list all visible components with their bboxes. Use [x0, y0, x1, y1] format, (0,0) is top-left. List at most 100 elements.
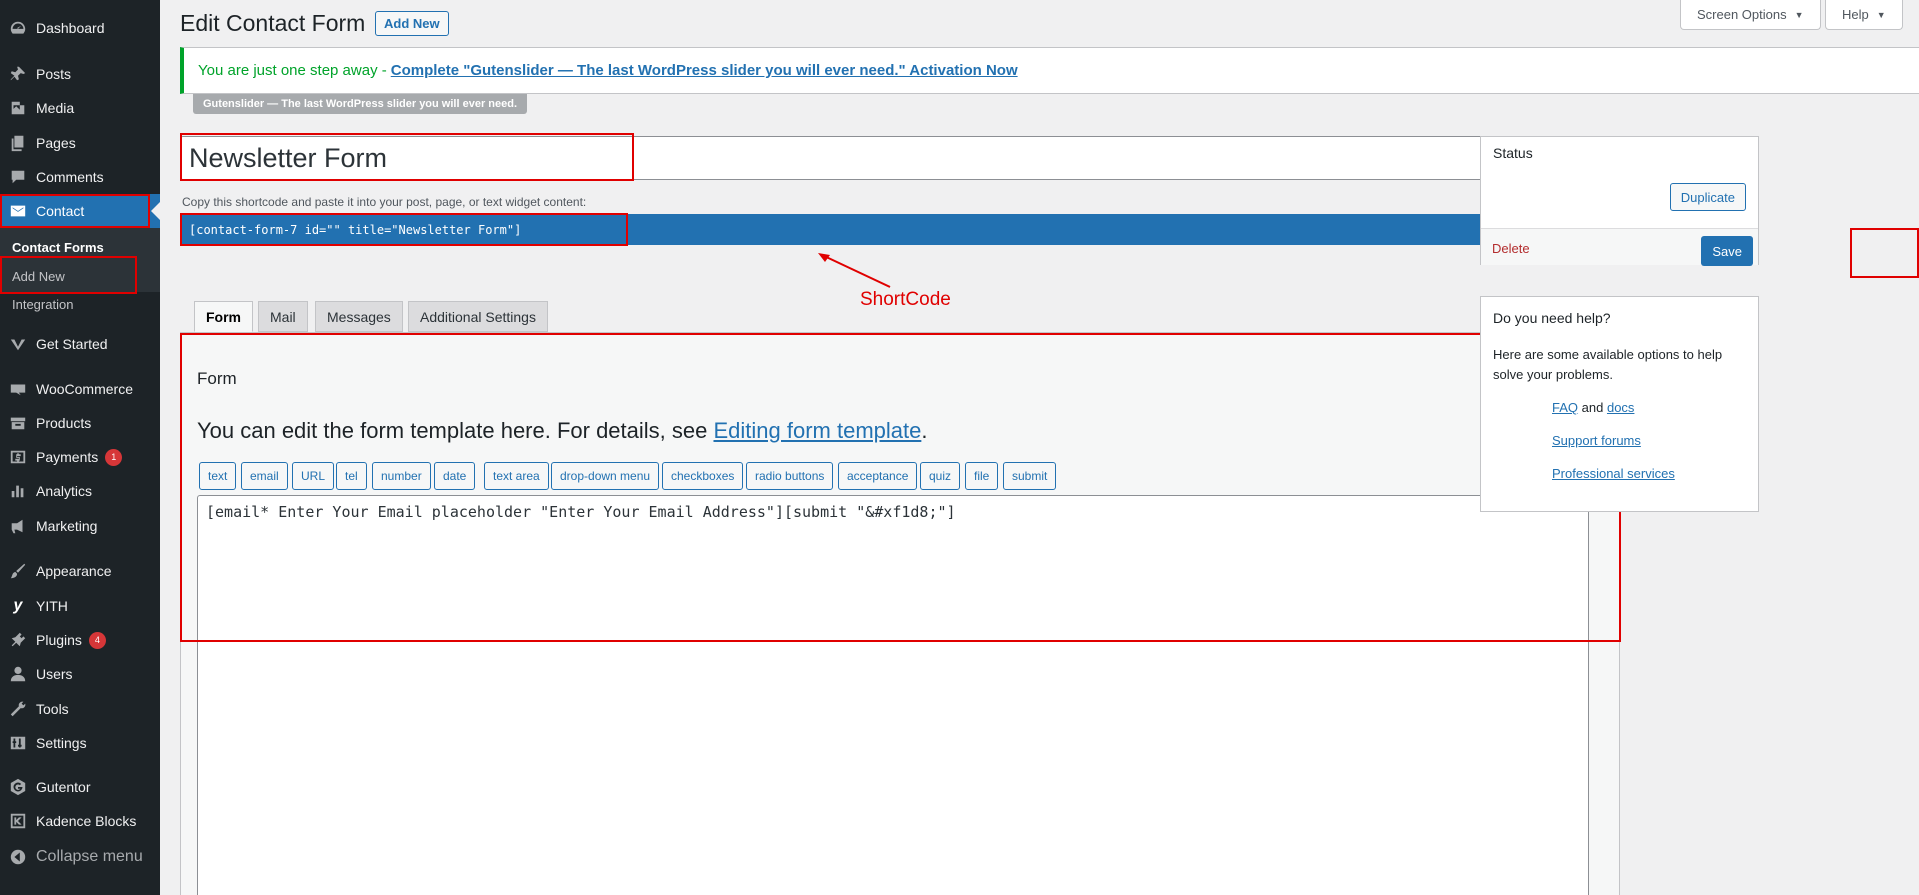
sidebar-item-plugins[interactable]: Plugins 4: [0, 623, 160, 657]
form-template-editor[interactable]: [email* Enter Your Email placeholder "En…: [197, 495, 1589, 895]
sidebar-item-get-started[interactable]: Get Started: [0, 327, 160, 361]
tag-button-textarea[interactable]: text area: [484, 462, 549, 490]
shortcode-annotation: ShortCode: [860, 289, 951, 310]
help-text: Here are some available options to help …: [1493, 347, 1723, 382]
status-actions: Delete Save: [1481, 228, 1758, 266]
docs-link[interactable]: docs: [1607, 400, 1634, 415]
form-title-input[interactable]: Newsletter Form: [180, 136, 1620, 180]
sidebar-item-contact[interactable]: Contact: [0, 194, 160, 228]
sidebar-item-marketing[interactable]: Marketing: [0, 509, 160, 543]
save-button[interactable]: Save: [1701, 236, 1753, 266]
professional-services-link[interactable]: Professional services: [1552, 466, 1675, 481]
wrench-icon: [8, 699, 28, 719]
sidebar-item-settings[interactable]: Settings: [0, 726, 160, 760]
plug-icon: [8, 630, 28, 650]
tag-button-number[interactable]: number: [372, 462, 431, 490]
duplicate-button[interactable]: Duplicate: [1669, 183, 1746, 211]
tag-button-quiz[interactable]: quiz: [920, 462, 961, 490]
sidebar-item-woocommerce[interactable]: WooCommerce: [0, 372, 160, 406]
tag-button-email[interactable]: email: [241, 462, 288, 490]
annotation-arrow-icon: [818, 253, 891, 288]
tab-messages[interactable]: Messages: [315, 301, 403, 332]
submenu-integration[interactable]: Integration: [12, 297, 73, 312]
sidebar-item-pages[interactable]: Pages: [0, 126, 160, 160]
woo-icon: [8, 379, 28, 399]
tag-button-date[interactable]: date: [434, 462, 476, 490]
sidebar-item-gutentor[interactable]: Gutentor: [0, 770, 160, 804]
archive-icon: [8, 413, 28, 433]
payments-count-badge: 1: [105, 448, 123, 466]
help-box: Do you need help? Here are some availabl…: [1480, 296, 1759, 512]
tag-button-tel[interactable]: tel: [336, 462, 367, 490]
notice-plugin-tag: Gutenslider — The last WordPress slider …: [193, 94, 528, 114]
tab-form[interactable]: Form: [194, 301, 253, 332]
tag-button-url[interactable]: URL: [292, 462, 335, 490]
tag-button-submit[interactable]: submit: [1003, 462, 1057, 490]
sidebar-item-appearance[interactable]: Appearance: [0, 554, 160, 588]
gutentor-icon: [8, 777, 28, 797]
help-title: Do you need help?: [1493, 310, 1611, 326]
add-new-button[interactable]: Add New: [375, 11, 449, 36]
sidebar-item-payments[interactable]: Payments 1: [0, 440, 160, 474]
activation-link[interactable]: Complete "Gutenslider — The last WordPre…: [391, 62, 1018, 79]
yith-icon: y: [13, 597, 23, 614]
sidebar-item-analytics[interactable]: Analytics: [0, 474, 160, 508]
envelope-icon: [8, 201, 28, 221]
dashboard-icon: [8, 18, 28, 38]
caret-down-icon: ▼: [1876, 9, 1886, 20]
sidebar-item-tools[interactable]: Tools: [0, 692, 160, 726]
sidebar-item-products[interactable]: Products: [0, 406, 160, 440]
sidebar-item-comments[interactable]: Comments: [0, 160, 160, 194]
tag-button-dropdown[interactable]: drop-down menu: [551, 462, 660, 490]
plugins-count-badge: 4: [88, 631, 106, 649]
active-menu-arrow: [151, 202, 160, 220]
media-icon: [8, 98, 28, 118]
tag-button-file[interactable]: file: [965, 462, 999, 490]
sidebar-item-users[interactable]: Users: [0, 657, 160, 691]
help-professional-row: Professional services: [1552, 466, 1675, 481]
comment-icon: [8, 167, 28, 187]
submenu-contact-forms[interactable]: Contact Forms: [12, 240, 104, 255]
bar-chart-icon: [8, 481, 28, 501]
help-support-row: Support forums: [1552, 433, 1641, 448]
faq-link[interactable]: FAQ: [1552, 400, 1578, 415]
page-title: Edit Contact Form: [180, 10, 366, 36]
tab-additional-settings[interactable]: Additional Settings: [408, 301, 548, 332]
collapse-icon: [8, 847, 28, 867]
submenu-add-new[interactable]: Add New: [12, 269, 65, 284]
checkmark-v-icon: [8, 334, 28, 354]
sidebar-item-media[interactable]: Media: [0, 91, 160, 125]
screen-options-button[interactable]: Screen Options ▼: [1680, 0, 1821, 30]
shortcode-field[interactable]: [contact-form-7 id="" title="Newsletter …: [180, 214, 1620, 245]
support-forums-link[interactable]: Support forums: [1552, 433, 1641, 448]
tag-button-acceptance[interactable]: acceptance: [838, 462, 918, 490]
sidebar-item-posts[interactable]: Posts: [0, 57, 160, 91]
tag-button-checkboxes[interactable]: checkboxes: [662, 462, 744, 490]
kadence-icon: [8, 811, 28, 831]
help-faq-row: FAQ and docs: [1552, 400, 1635, 415]
help-button[interactable]: Help ▼: [1825, 0, 1903, 30]
collapse-menu-button[interactable]: Collapse menu: [0, 840, 160, 874]
caret-down-icon: ▼: [1794, 9, 1804, 20]
dollar-icon: [8, 447, 28, 467]
status-title: Status: [1493, 145, 1533, 161]
tag-button-radio[interactable]: radio buttons: [746, 462, 834, 490]
contact-submenu: Contact Forms Add New Integration: [0, 228, 160, 312]
tab-mail[interactable]: Mail: [258, 301, 308, 332]
activation-notice: You are just one step away - Complete "G…: [180, 47, 1919, 94]
user-icon: [8, 664, 28, 684]
pushpin-icon: [8, 64, 28, 84]
delete-link[interactable]: Delete: [1492, 241, 1530, 256]
pages-icon: [8, 133, 28, 153]
editing-form-template-link[interactable]: Editing form template: [713, 418, 921, 443]
notice-text: You are just one step away -: [198, 62, 387, 79]
sliders-icon: [8, 733, 28, 753]
tag-button-text[interactable]: text: [199, 462, 237, 490]
sidebar-item-dashboard[interactable]: Dashboard: [0, 11, 160, 45]
sidebar-item-kadence-blocks[interactable]: Kadence Blocks: [0, 804, 160, 838]
admin-sidebar: Dashboard Posts Media Pages Comments Con…: [0, 0, 160, 895]
form-panel: Form You can edit the form template here…: [180, 332, 1620, 895]
panel-description: You can edit the form template here. For…: [197, 418, 928, 443]
panel-heading: Form: [197, 369, 237, 388]
sidebar-item-yith[interactable]: y YITH: [0, 589, 160, 623]
